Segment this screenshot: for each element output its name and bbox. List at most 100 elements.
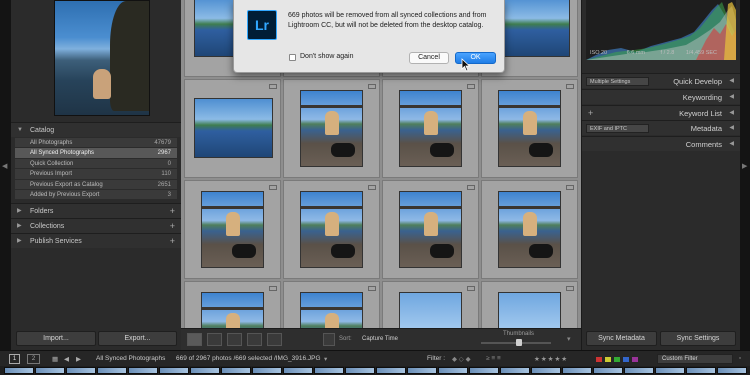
- filmstrip-thumbnail[interactable]: [97, 367, 127, 374]
- histogram[interactable]: ISO 20 6.6 mm f / 2.8 1/4,459 SEC: [586, 0, 736, 60]
- comments-header[interactable]: Comments ◀: [582, 136, 740, 151]
- photo-thumbnail[interactable]: [498, 292, 561, 328]
- photo-grid-cell[interactable]: [481, 79, 578, 178]
- keywording-header[interactable]: Keywording ◀: [582, 89, 740, 104]
- filmstrip-thumbnail[interactable]: [624, 367, 654, 374]
- filmstrip-thumbnail[interactable]: [35, 367, 65, 374]
- filmstrip-thumbnail[interactable]: [159, 367, 189, 374]
- photo-thumbnail[interactable]: [300, 292, 363, 328]
- photo-grid-cell[interactable]: [184, 281, 281, 328]
- filmstrip-thumbnail[interactable]: [314, 367, 344, 374]
- cancel-button[interactable]: Cancel: [409, 52, 449, 64]
- photo-grid-cell[interactable]: [382, 79, 479, 178]
- filmstrip-thumbnail[interactable]: [221, 367, 251, 374]
- metadata-view-dropdown[interactable]: EXIF and IPTC: [586, 124, 649, 133]
- green-label-filter-icon[interactable]: [614, 357, 620, 362]
- selection-dropdown-icon[interactable]: ▾: [324, 355, 327, 363]
- catalog-section-header[interactable]: ▼ Catalog: [11, 122, 181, 137]
- photo-thumbnail[interactable]: [399, 90, 462, 167]
- photo-thumbnail[interactable]: [399, 191, 462, 268]
- photo-thumbnail[interactable]: [300, 90, 363, 167]
- folders-section-header[interactable]: ▶ Folders +: [11, 203, 181, 218]
- filmstrip-thumbnail[interactable]: [531, 367, 561, 374]
- collections-section-header[interactable]: ▶ Collections +: [11, 218, 181, 233]
- filmstrip-thumbnail[interactable]: [345, 367, 375, 374]
- photo-thumbnail[interactable]: [201, 191, 264, 268]
- metadata-header[interactable]: EXIF and IPTC Metadata ◀: [582, 120, 740, 135]
- export-button[interactable]: Export...: [98, 331, 177, 346]
- source-label[interactable]: All Synced Photographs: [96, 355, 165, 362]
- filmstrip-thumbnail[interactable]: [4, 367, 34, 374]
- quick-develop-header[interactable]: Multiple Settings Quick Develop ◀: [582, 73, 740, 88]
- filmstrip-thumbnail[interactable]: [562, 367, 592, 374]
- back-arrow-icon[interactable]: ◀: [64, 355, 69, 363]
- filmstrip[interactable]: [0, 366, 750, 375]
- photo-thumbnail[interactable]: [194, 98, 273, 158]
- add-folder-icon[interactable]: +: [170, 204, 175, 219]
- selection-info[interactable]: 669 of 2967 photos /669 selected /IMG_39…: [176, 355, 321, 362]
- photo-thumbnail[interactable]: [498, 90, 561, 167]
- sync-metadata-button[interactable]: Sync Metadata: [586, 331, 657, 346]
- sync-settings-button[interactable]: Sync Settings: [660, 331, 736, 346]
- catalog-item[interactable]: Added by Previous Export 3: [15, 189, 177, 201]
- filmstrip-thumbnail[interactable]: [128, 367, 158, 374]
- photo-thumbnail[interactable]: [498, 191, 561, 268]
- photo-grid-cell[interactable]: [184, 180, 281, 279]
- forward-arrow-icon[interactable]: ▶: [76, 355, 81, 363]
- saved-preset-dropdown[interactable]: Multiple Settings: [586, 77, 649, 86]
- filmstrip-thumbnail[interactable]: [655, 367, 685, 374]
- grid-view-icon[interactable]: [187, 333, 202, 346]
- compare-view-icon[interactable]: [227, 333, 242, 346]
- photo-grid-cell[interactable]: [283, 281, 380, 328]
- catalog-item[interactable]: Previous Import 110: [15, 169, 177, 180]
- filmstrip-thumbnail[interactable]: [376, 367, 406, 374]
- blue-label-filter-icon[interactable]: [623, 357, 629, 362]
- filmstrip-thumbnail[interactable]: [66, 367, 96, 374]
- rating-filter-icon[interactable]: ≥ ≡ ≡: [486, 355, 501, 362]
- survey-view-icon[interactable]: [247, 333, 262, 346]
- star-rating-filter-icon[interactable]: ★★★★★: [534, 355, 568, 363]
- dont-show-again-label[interactable]: Don't show again: [300, 53, 353, 60]
- loupe-view-icon[interactable]: [207, 333, 222, 346]
- add-keyword-icon[interactable]: +: [588, 106, 593, 121]
- photo-grid-cell[interactable]: [283, 180, 380, 279]
- add-collection-icon[interactable]: +: [170, 219, 175, 234]
- photo-thumbnail[interactable]: [399, 292, 462, 328]
- navigator-preview[interactable]: [11, 0, 181, 118]
- grid-mode-icon[interactable]: ▦: [52, 355, 58, 363]
- custom-filter-dropdown[interactable]: Custom Filter: [657, 354, 733, 364]
- flag-filter-icon[interactable]: ◆ ◇ ◆: [452, 355, 471, 363]
- publish-services-section-header[interactable]: ▶ Publish Services +: [11, 233, 181, 248]
- sort-direction-icon[interactable]: [323, 333, 335, 346]
- sort-dropdown[interactable]: Capture Time: [362, 336, 398, 342]
- red-label-filter-icon[interactable]: [596, 357, 602, 362]
- filmstrip-thumbnail[interactable]: [252, 367, 282, 374]
- photo-grid-cell[interactable]: [382, 180, 479, 279]
- catalog-item[interactable]: All Synced Photographs 2967: [15, 148, 177, 159]
- catalog-item[interactable]: All Photographs 47679: [15, 138, 177, 149]
- right-edge-strip[interactable]: ▶: [740, 0, 750, 350]
- keyword-list-header[interactable]: + Keyword List ◀: [582, 105, 740, 120]
- photo-thumbnail[interactable]: [300, 191, 363, 268]
- filmstrip-thumbnail[interactable]: [438, 367, 468, 374]
- filmstrip-thumbnail[interactable]: [593, 367, 623, 374]
- filmstrip-thumbnail[interactable]: [686, 367, 716, 374]
- catalog-item[interactable]: Previous Export as Catalog 2651: [15, 179, 177, 190]
- photo-grid-cell[interactable]: [184, 79, 281, 178]
- filmstrip-thumbnail[interactable]: [469, 367, 499, 374]
- filmstrip-thumbnail[interactable]: [283, 367, 313, 374]
- catalog-item[interactable]: Quick Collection 0: [15, 158, 177, 170]
- photo-grid-cell[interactable]: [481, 281, 578, 328]
- photo-grid-cell[interactable]: [382, 281, 479, 328]
- import-button[interactable]: Import...: [16, 331, 96, 346]
- add-publish-service-icon[interactable]: +: [170, 234, 175, 249]
- filter-lock-icon[interactable]: ▫: [739, 355, 741, 362]
- navigator-photo[interactable]: [54, 0, 150, 116]
- thumbnail-size-slider-handle[interactable]: [516, 339, 522, 346]
- toolbar-menu-chevron-icon[interactable]: ▾: [567, 335, 571, 343]
- photo-grid-cell[interactable]: [283, 79, 380, 178]
- collapse-right-panel-icon[interactable]: ▶: [742, 163, 747, 170]
- filmstrip-thumbnail[interactable]: [407, 367, 437, 374]
- filmstrip-thumbnail[interactable]: [500, 367, 530, 374]
- filmstrip-thumbnail[interactable]: [190, 367, 220, 374]
